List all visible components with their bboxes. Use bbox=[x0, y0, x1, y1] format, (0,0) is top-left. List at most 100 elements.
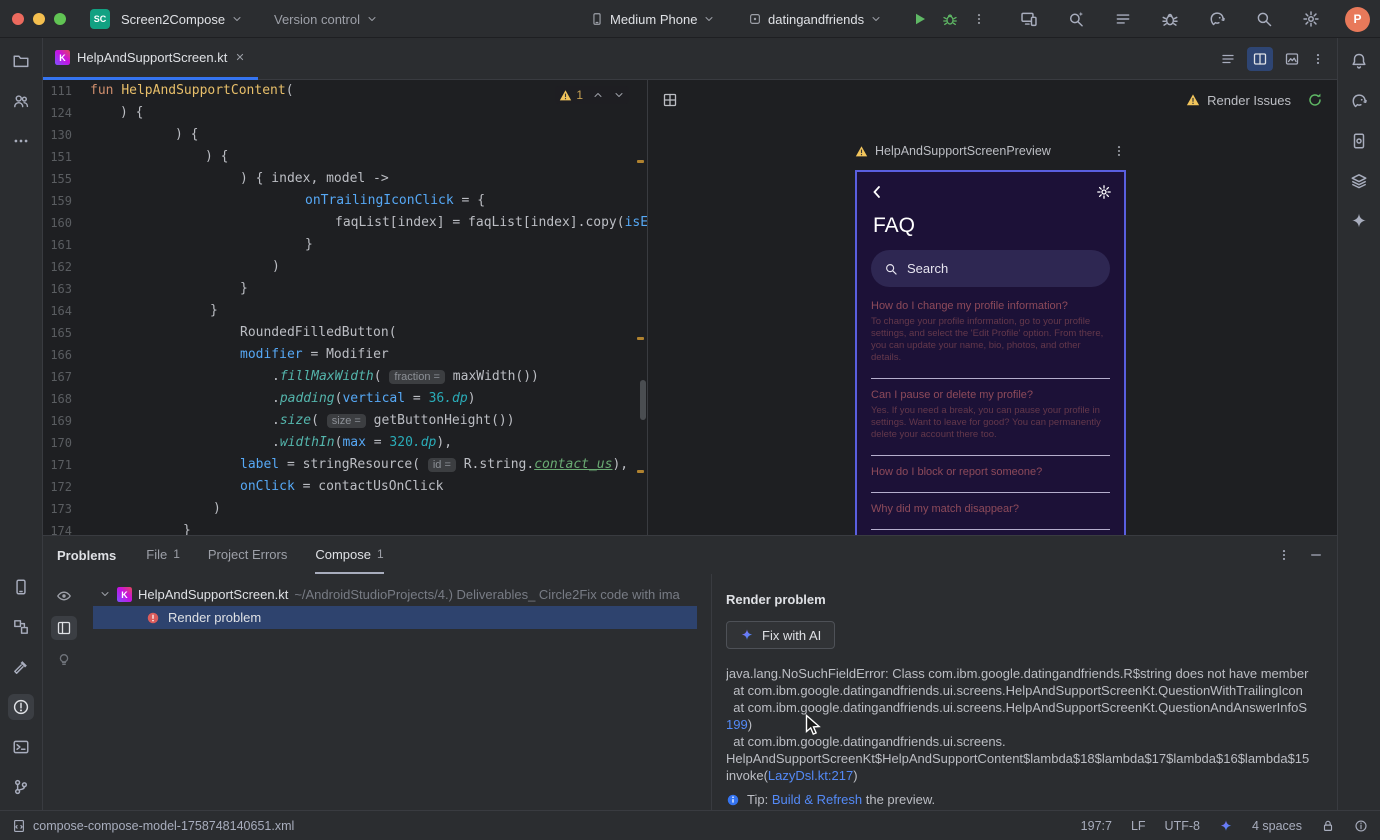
users-icon[interactable] bbox=[8, 88, 34, 114]
code-line-155[interactable]: 155) { index, model -> bbox=[43, 168, 647, 190]
tab-project-errors[interactable]: Project Errors bbox=[208, 536, 287, 574]
render-problem-node[interactable]: Render problem bbox=[93, 606, 697, 629]
render-issues-button[interactable]: Render Issues bbox=[1186, 93, 1291, 108]
tab-helpandsupportscreen[interactable]: K HelpAndSupportScreen.kt bbox=[43, 38, 259, 80]
build-icon[interactable] bbox=[8, 654, 34, 680]
faq-item[interactable]: Can I pause or delete my profile? Yes. If… bbox=[871, 389, 1110, 456]
design-view-button[interactable] bbox=[1279, 47, 1305, 71]
warning-stripe-mark[interactable] bbox=[637, 470, 644, 473]
minimize-window-button[interactable] bbox=[33, 13, 45, 25]
gradle-icon[interactable] bbox=[1204, 6, 1230, 32]
code-line-151[interactable]: 151) { bbox=[43, 146, 647, 168]
macos-traffic-lights[interactable] bbox=[12, 13, 66, 25]
code-line-167[interactable]: 167 .fillMaxWidth( fraction = maxWidth()) bbox=[43, 366, 647, 388]
build-refresh-icon[interactable] bbox=[1307, 92, 1323, 108]
code-line-168[interactable]: 168 .padding(vertical = 36.dp) bbox=[43, 388, 647, 410]
gemini-icon[interactable] bbox=[1346, 208, 1372, 234]
code-line-165[interactable]: 165 RoundedFilledButton( bbox=[43, 322, 647, 344]
monitor-icon[interactable] bbox=[1016, 6, 1042, 32]
faq-search-bar[interactable]: Search bbox=[871, 250, 1110, 287]
lock-icon[interactable] bbox=[1321, 819, 1335, 833]
avatar[interactable]: P bbox=[1345, 6, 1370, 32]
code-line-163[interactable]: 163} bbox=[43, 278, 647, 300]
code-view-button[interactable] bbox=[1215, 47, 1241, 71]
code-line-124[interactable]: 124) { bbox=[43, 102, 647, 124]
code-line-172[interactable]: 172 onClick = contactUsOnClick bbox=[43, 476, 647, 498]
folder-icon[interactable] bbox=[8, 48, 34, 74]
code-line-160[interactable]: 160 faqList[index] = faqList[index].copy(… bbox=[43, 212, 647, 234]
layers-icon[interactable] bbox=[1346, 168, 1372, 194]
ai-search-icon[interactable] bbox=[1063, 6, 1089, 32]
code-line-173[interactable]: 173) bbox=[43, 498, 647, 520]
more-icon[interactable] bbox=[8, 128, 34, 154]
inspection-widget[interactable]: 1 bbox=[555, 86, 629, 104]
preview-layout-icon[interactable] bbox=[662, 92, 678, 108]
code-line-166[interactable]: 166 modifier = Modifier bbox=[43, 344, 647, 366]
more-actions-icon[interactable] bbox=[972, 12, 986, 26]
split-view-button[interactable] bbox=[1247, 46, 1273, 71]
previous-issue-icon[interactable] bbox=[592, 89, 604, 101]
code-editor[interactable]: 111 fun HelpAndSupportContent(124) {130) … bbox=[43, 80, 648, 535]
device-selector[interactable]: Medium Phone bbox=[586, 7, 719, 31]
editor-scrollbar[interactable] bbox=[640, 380, 646, 420]
build-refresh-link[interactable]: Build & Refresh bbox=[772, 792, 862, 807]
quick-fix-button[interactable] bbox=[51, 648, 77, 672]
code-line-171[interactable]: 171 label = stringResource( id = R.string… bbox=[43, 454, 647, 476]
faq-item[interactable]: How do I change my profile information? T… bbox=[871, 300, 1110, 379]
warning-stripe-mark[interactable] bbox=[637, 337, 644, 340]
stack-trace-link[interactable]: LazyDsl.kt:217 bbox=[768, 768, 853, 783]
search-icon[interactable] bbox=[1251, 6, 1277, 32]
code-line-170[interactable]: 170 .widthIn(max = 320.dp), bbox=[43, 432, 647, 454]
statusbar-file-widget[interactable]: compose-compose-model-1758748140651.xml bbox=[12, 819, 294, 833]
fix-with-ai-button[interactable]: Fix with AI bbox=[726, 621, 836, 649]
code-line-161[interactable]: 161} bbox=[43, 234, 647, 256]
vcs-widget[interactable]: Version control bbox=[270, 7, 382, 31]
code-line-164[interactable]: 164} bbox=[43, 300, 647, 322]
indent-widget[interactable]: 4 spaces bbox=[1252, 819, 1302, 833]
close-window-button[interactable] bbox=[12, 13, 24, 25]
inspection-icon[interactable] bbox=[8, 614, 34, 640]
device-icon[interactable] bbox=[8, 574, 34, 600]
gradle-icon[interactable] bbox=[1346, 88, 1372, 114]
line-separator[interactable]: LF bbox=[1131, 819, 1146, 833]
close-icon[interactable] bbox=[234, 51, 246, 63]
vcs-icon[interactable] bbox=[8, 774, 34, 800]
code-line-174[interactable]: 174} bbox=[43, 520, 647, 535]
cursor-position[interactable]: 197:7 bbox=[1081, 819, 1112, 833]
next-issue-icon[interactable] bbox=[613, 89, 625, 101]
chevron-down-icon[interactable] bbox=[99, 588, 111, 600]
terminal-icon[interactable] bbox=[8, 734, 34, 760]
file-encoding[interactable]: UTF-8 bbox=[1165, 819, 1200, 833]
hide-panel-icon[interactable] bbox=[1309, 548, 1323, 562]
list-icon[interactable] bbox=[1110, 6, 1136, 32]
details-toggle-button[interactable] bbox=[51, 616, 77, 640]
zoom-window-button[interactable] bbox=[54, 13, 66, 25]
code-line-159[interactable]: 159 onTrailingIconClick = { bbox=[43, 190, 647, 212]
preview-frame[interactable]: FAQ Search How do I change my profile in… bbox=[855, 170, 1126, 535]
run-button[interactable] bbox=[912, 11, 928, 27]
editor-options-icon[interactable] bbox=[1311, 52, 1325, 66]
code-line-130[interactable]: 130) { bbox=[43, 124, 647, 146]
project-selector[interactable]: Screen2Compose bbox=[117, 7, 247, 31]
gear-icon[interactable] bbox=[1298, 6, 1324, 32]
faq-item[interactable]: Why did my match disappear? bbox=[871, 503, 1110, 530]
preview-toggle-button[interactable] bbox=[51, 584, 77, 608]
warning-stripe-mark[interactable] bbox=[637, 160, 644, 163]
faq-item[interactable]: How do I block or report someone? bbox=[871, 466, 1110, 493]
back-icon[interactable] bbox=[869, 184, 885, 200]
device-manager-icon[interactable] bbox=[1346, 128, 1372, 154]
problems-icon[interactable] bbox=[8, 694, 34, 720]
tab-file[interactable]: File 1 bbox=[146, 536, 180, 574]
run-configuration-selector[interactable]: datingandfriends bbox=[744, 7, 886, 31]
code-line-162[interactable]: 162) bbox=[43, 256, 647, 278]
preview-options-icon[interactable] bbox=[1112, 144, 1126, 158]
status-info-icon[interactable] bbox=[1354, 819, 1368, 833]
code-line-169[interactable]: 169 .size( size = getButtonHeight()) bbox=[43, 410, 647, 432]
debug-button[interactable] bbox=[942, 11, 958, 27]
ai-status-icon[interactable] bbox=[1219, 819, 1233, 833]
tab-compose[interactable]: Compose 1 bbox=[315, 536, 384, 574]
settings-gear-icon[interactable] bbox=[1096, 184, 1112, 200]
bell-icon[interactable] bbox=[1346, 48, 1372, 74]
problems-file-node[interactable]: K HelpAndSupportScreen.kt ~/AndroidStudi… bbox=[85, 582, 711, 606]
stack-trace-link[interactable]: 199 bbox=[726, 717, 748, 732]
